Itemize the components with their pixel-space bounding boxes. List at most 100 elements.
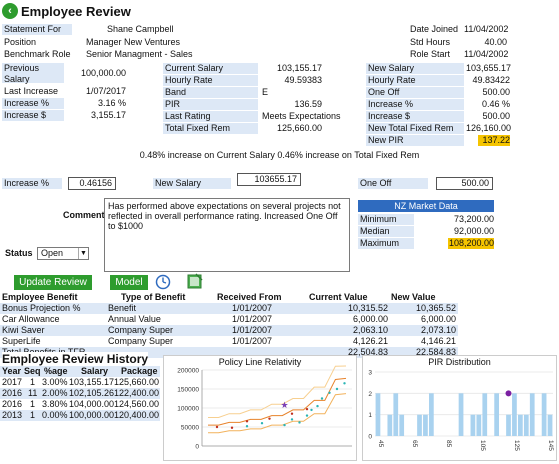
new-hourly-label: Hourly Rate	[366, 75, 464, 86]
history-salary: 100,000.00	[69, 410, 115, 420]
series-line	[208, 365, 347, 418]
page-title: Employee Review	[21, 3, 131, 19]
benefit-name: SuperLife	[2, 336, 41, 346]
new-increase-amt-value: 500.00	[482, 111, 510, 121]
pir-marker	[505, 390, 512, 397]
data-point	[298, 421, 301, 424]
comment-textarea[interactable]: Has performed above expectations on seve…	[104, 198, 350, 272]
bar	[512, 393, 517, 436]
one-off-label: One Off	[366, 87, 464, 98]
input-increase-pct-label: Increase %	[2, 178, 62, 189]
history-pct: 3.80%	[42, 399, 68, 409]
history-header-package: Package	[121, 366, 158, 376]
data-point	[230, 426, 234, 429]
previous-salary-value: 100,000.00	[80, 68, 126, 78]
benefits-header-benefit: Employee Benefit	[2, 292, 78, 302]
benchmark-role-value: Senior Managment - Sales	[86, 49, 193, 59]
new-increase-pct-value: 0.46 %	[481, 99, 510, 109]
history-year: 2016	[2, 388, 23, 398]
x-tick-label: 125	[513, 440, 520, 451]
data-point	[343, 382, 346, 385]
benefit-current: 6,000.00	[352, 314, 388, 324]
pir-chart-svg: 3 2 1 0 45 65 85 105 125 145	[368, 370, 554, 452]
benefit-name: Car Allowance	[2, 314, 60, 324]
update-review-button[interactable]: Update Review	[14, 275, 92, 290]
history-year: 2017	[2, 377, 23, 387]
model-button[interactable]: Model	[110, 275, 148, 290]
nz-median-value: 92,000.00	[453, 226, 494, 236]
bar	[470, 414, 476, 436]
table-row[interactable]: 2017 1 3.00% 103,155.17 125,660.00	[0, 377, 160, 388]
edit-note-icon[interactable]	[187, 273, 203, 289]
last-increase-label: Last Increase	[4, 86, 59, 96]
back-arrow-icon[interactable]: ‹	[2, 3, 18, 19]
history-package: 120,400.00	[114, 410, 160, 420]
bar	[541, 393, 547, 436]
bar	[458, 393, 464, 436]
total-fixed-label: Total Fixed Rem	[163, 123, 258, 134]
x-tick-label: 85	[445, 440, 452, 448]
bar	[423, 414, 428, 436]
new-total-fixed-value: 126,160.00	[466, 123, 512, 133]
band-value: E	[262, 87, 269, 97]
table-row[interactable]: 2016 1 3.80% 104,000.00 124,560.00	[0, 399, 160, 410]
data-point	[215, 425, 219, 429]
nz-median-label: Median	[358, 226, 414, 237]
last-rating-value: Meets Expectations	[262, 111, 341, 121]
history-salary: 104,000.00	[69, 399, 115, 409]
increase-pct-input[interactable]: 0.46156	[68, 177, 116, 190]
table-row[interactable]: 2016 11 2.00% 102,105.26 122,400.00	[0, 388, 160, 399]
new-increase-pct-label: Increase %	[366, 99, 464, 110]
one-off-input[interactable]: 500.00	[436, 177, 493, 190]
nz-maximum-label: Maximum	[358, 238, 414, 249]
history-salary: 102,105.26	[69, 388, 115, 398]
current-salary-label: Current Salary	[163, 63, 258, 74]
new-salary-label: New Salary	[366, 63, 464, 74]
increase-summary: 0.48% increase on Current Salary 0.46% i…	[139, 150, 420, 160]
table-row[interactable]: 2013 1 0.00% 100,000.00 120,400.00	[0, 410, 160, 421]
y-tick-label: 0	[368, 434, 372, 441]
date-joined-value: 11/04/2002	[464, 24, 509, 34]
status-select[interactable]: Open ▼	[37, 247, 89, 260]
history-header-pct: %age	[44, 366, 68, 376]
statement-for-label: Statement For	[2, 24, 72, 35]
data-point	[310, 408, 313, 412]
history-package: 122,400.00	[114, 388, 160, 398]
position-label: Position	[4, 37, 37, 47]
bar	[387, 414, 393, 436]
history-title: Employee Review History	[2, 352, 149, 366]
data-point	[290, 412, 294, 415]
bar	[399, 414, 405, 436]
comment-text: Has performed above expectations on seve…	[108, 201, 341, 231]
bar	[547, 414, 553, 436]
new-total-fixed-label: New Total Fixed Rem	[366, 123, 464, 134]
history-pct: 3.00%	[42, 377, 68, 387]
history-seq: 1	[30, 377, 36, 387]
benefit-new: 6,000.00	[420, 314, 456, 324]
benefit-current: 2,063.10	[352, 325, 388, 335]
bar	[529, 393, 535, 436]
y-tick-label: 1	[368, 412, 372, 419]
title-bar: ‹ Employee Review	[2, 2, 131, 20]
history-seq: 1	[30, 410, 36, 420]
std-hours-value: 40.00	[484, 37, 507, 47]
history-pct: 0.00%	[42, 410, 68, 420]
prev-increase-pct-value: 3.16 %	[97, 98, 126, 108]
role-start-label: Role Start	[410, 49, 451, 59]
clock-icon[interactable]	[155, 274, 171, 290]
data-point	[305, 407, 309, 411]
new-increase-amt-label: Increase $	[366, 111, 464, 122]
history-header-seq: Seq	[24, 366, 41, 376]
input-one-off-label: One Off	[358, 178, 428, 189]
history-package: 125,660.00	[114, 377, 160, 387]
table-row: Kiwi Saver Company Super 1/01/2007 2,063…	[0, 325, 458, 336]
bar	[429, 393, 434, 436]
previous-salary-label-line2: Salary	[4, 74, 30, 84]
nz-minimum-value: 73,200.00	[453, 214, 494, 224]
new-salary-input[interactable]: 103655.17	[237, 173, 301, 186]
star-marker-icon: ★	[280, 400, 288, 410]
input-new-salary-label: New Salary	[153, 178, 231, 189]
benefit-new: 2,073.10	[420, 325, 456, 335]
nz-minimum-label: Minimum	[358, 214, 414, 225]
benefit-type: Company Super	[108, 336, 174, 346]
